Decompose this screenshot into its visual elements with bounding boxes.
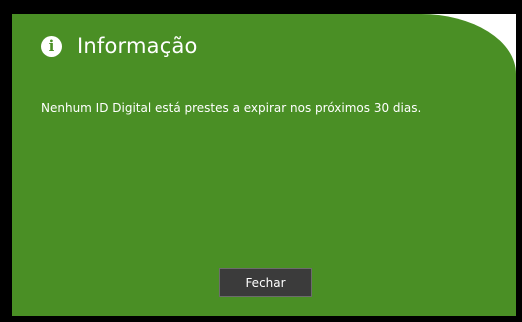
dialog-header: i Informação <box>41 31 198 61</box>
info-icon: i <box>41 35 62 57</box>
close-button[interactable]: Fechar <box>219 268 312 297</box>
info-icon-glyph: i <box>48 36 55 55</box>
window-edge <box>516 0 522 322</box>
dialog-message: Nenhum ID Digital está prestes a expirar… <box>41 101 422 115</box>
dialog-title: Informação <box>77 34 198 58</box>
